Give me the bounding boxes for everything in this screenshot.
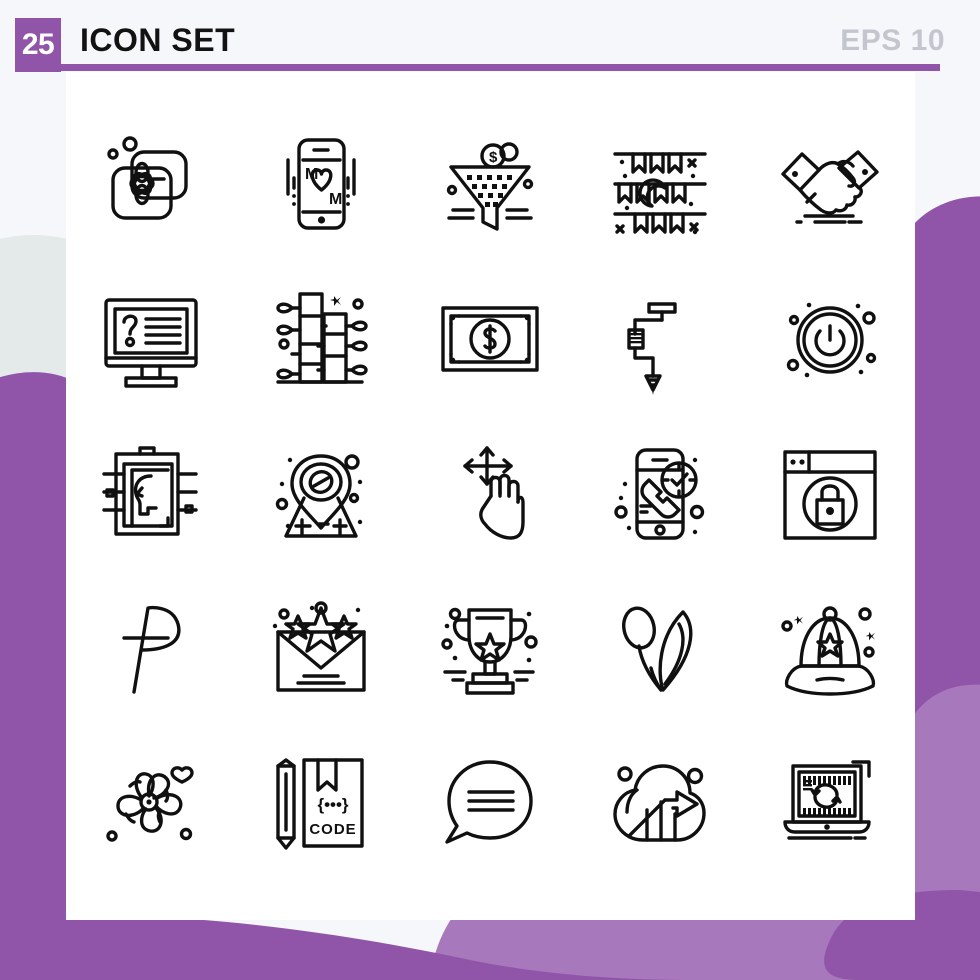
icon-cell-money-funnel[interactable]: $ [406, 110, 576, 264]
icon-cell-flower-pinwheel[interactable] [66, 726, 236, 880]
poster-header: 25 ICON SET EPS 10 [0, 0, 980, 72]
icon-cell-laptop-sync[interactable] [745, 726, 915, 880]
svg-text:CODE: CODE [309, 821, 356, 838]
header-underline [15, 64, 940, 71]
icon-cell-code-document-pencil[interactable]: {•••} CODE [236, 726, 406, 880]
icon-cell-clipboard-profile[interactable] [66, 418, 236, 572]
icon-cell-trophy[interactable] [406, 572, 576, 726]
page-title: ICON SET [80, 22, 236, 58]
icon-cell-handshake[interactable] [745, 110, 915, 264]
icon-cell-monitor-faq[interactable] [66, 264, 236, 418]
format-label: EPS 10 [840, 24, 945, 57]
svg-text:M: M [305, 166, 318, 183]
svg-text:{•••}: {•••} [317, 795, 348, 814]
icon-cell-hand-move-gesture[interactable] [406, 418, 576, 572]
icon-cell-speech-bubble[interactable] [406, 726, 576, 880]
icon-cell-envelope-stars[interactable] [236, 572, 406, 726]
icon-cell-tulip-leaves[interactable] [575, 572, 745, 726]
icon-set-poster: 25 ICON SET EPS 10 M M $ {•••} CODE [0, 0, 980, 980]
icon-cell-dollar-banknote[interactable] [406, 264, 576, 418]
icon-cell-sugarcane-plant[interactable] [236, 264, 406, 418]
icon-cell-tattoo-machine[interactable] [575, 264, 745, 418]
icon-cell-browser-lock[interactable] [745, 418, 915, 572]
icon-cell-map-location-pin[interactable] [236, 418, 406, 572]
icon-cell-soap-bars-flower[interactable] [66, 110, 236, 264]
icon-cell-cloud-growth-arrow[interactable] [575, 726, 745, 880]
icon-cell-mobile-dating-heart[interactable]: M M [236, 110, 406, 264]
svg-text:$: $ [489, 149, 498, 166]
icon-cell-bunting-moon-decoration[interactable] [575, 110, 745, 264]
svg-text:M: M [329, 191, 342, 208]
icon-grid: M M $ {•••} CODE [66, 110, 915, 880]
icon-cell-ruble-currency[interactable] [66, 572, 236, 726]
icon-cell-power-button[interactable] [745, 264, 915, 418]
icon-cell-phone-call-clock[interactable] [575, 418, 745, 572]
icon-cell-baseball-cap-star[interactable] [745, 572, 915, 726]
